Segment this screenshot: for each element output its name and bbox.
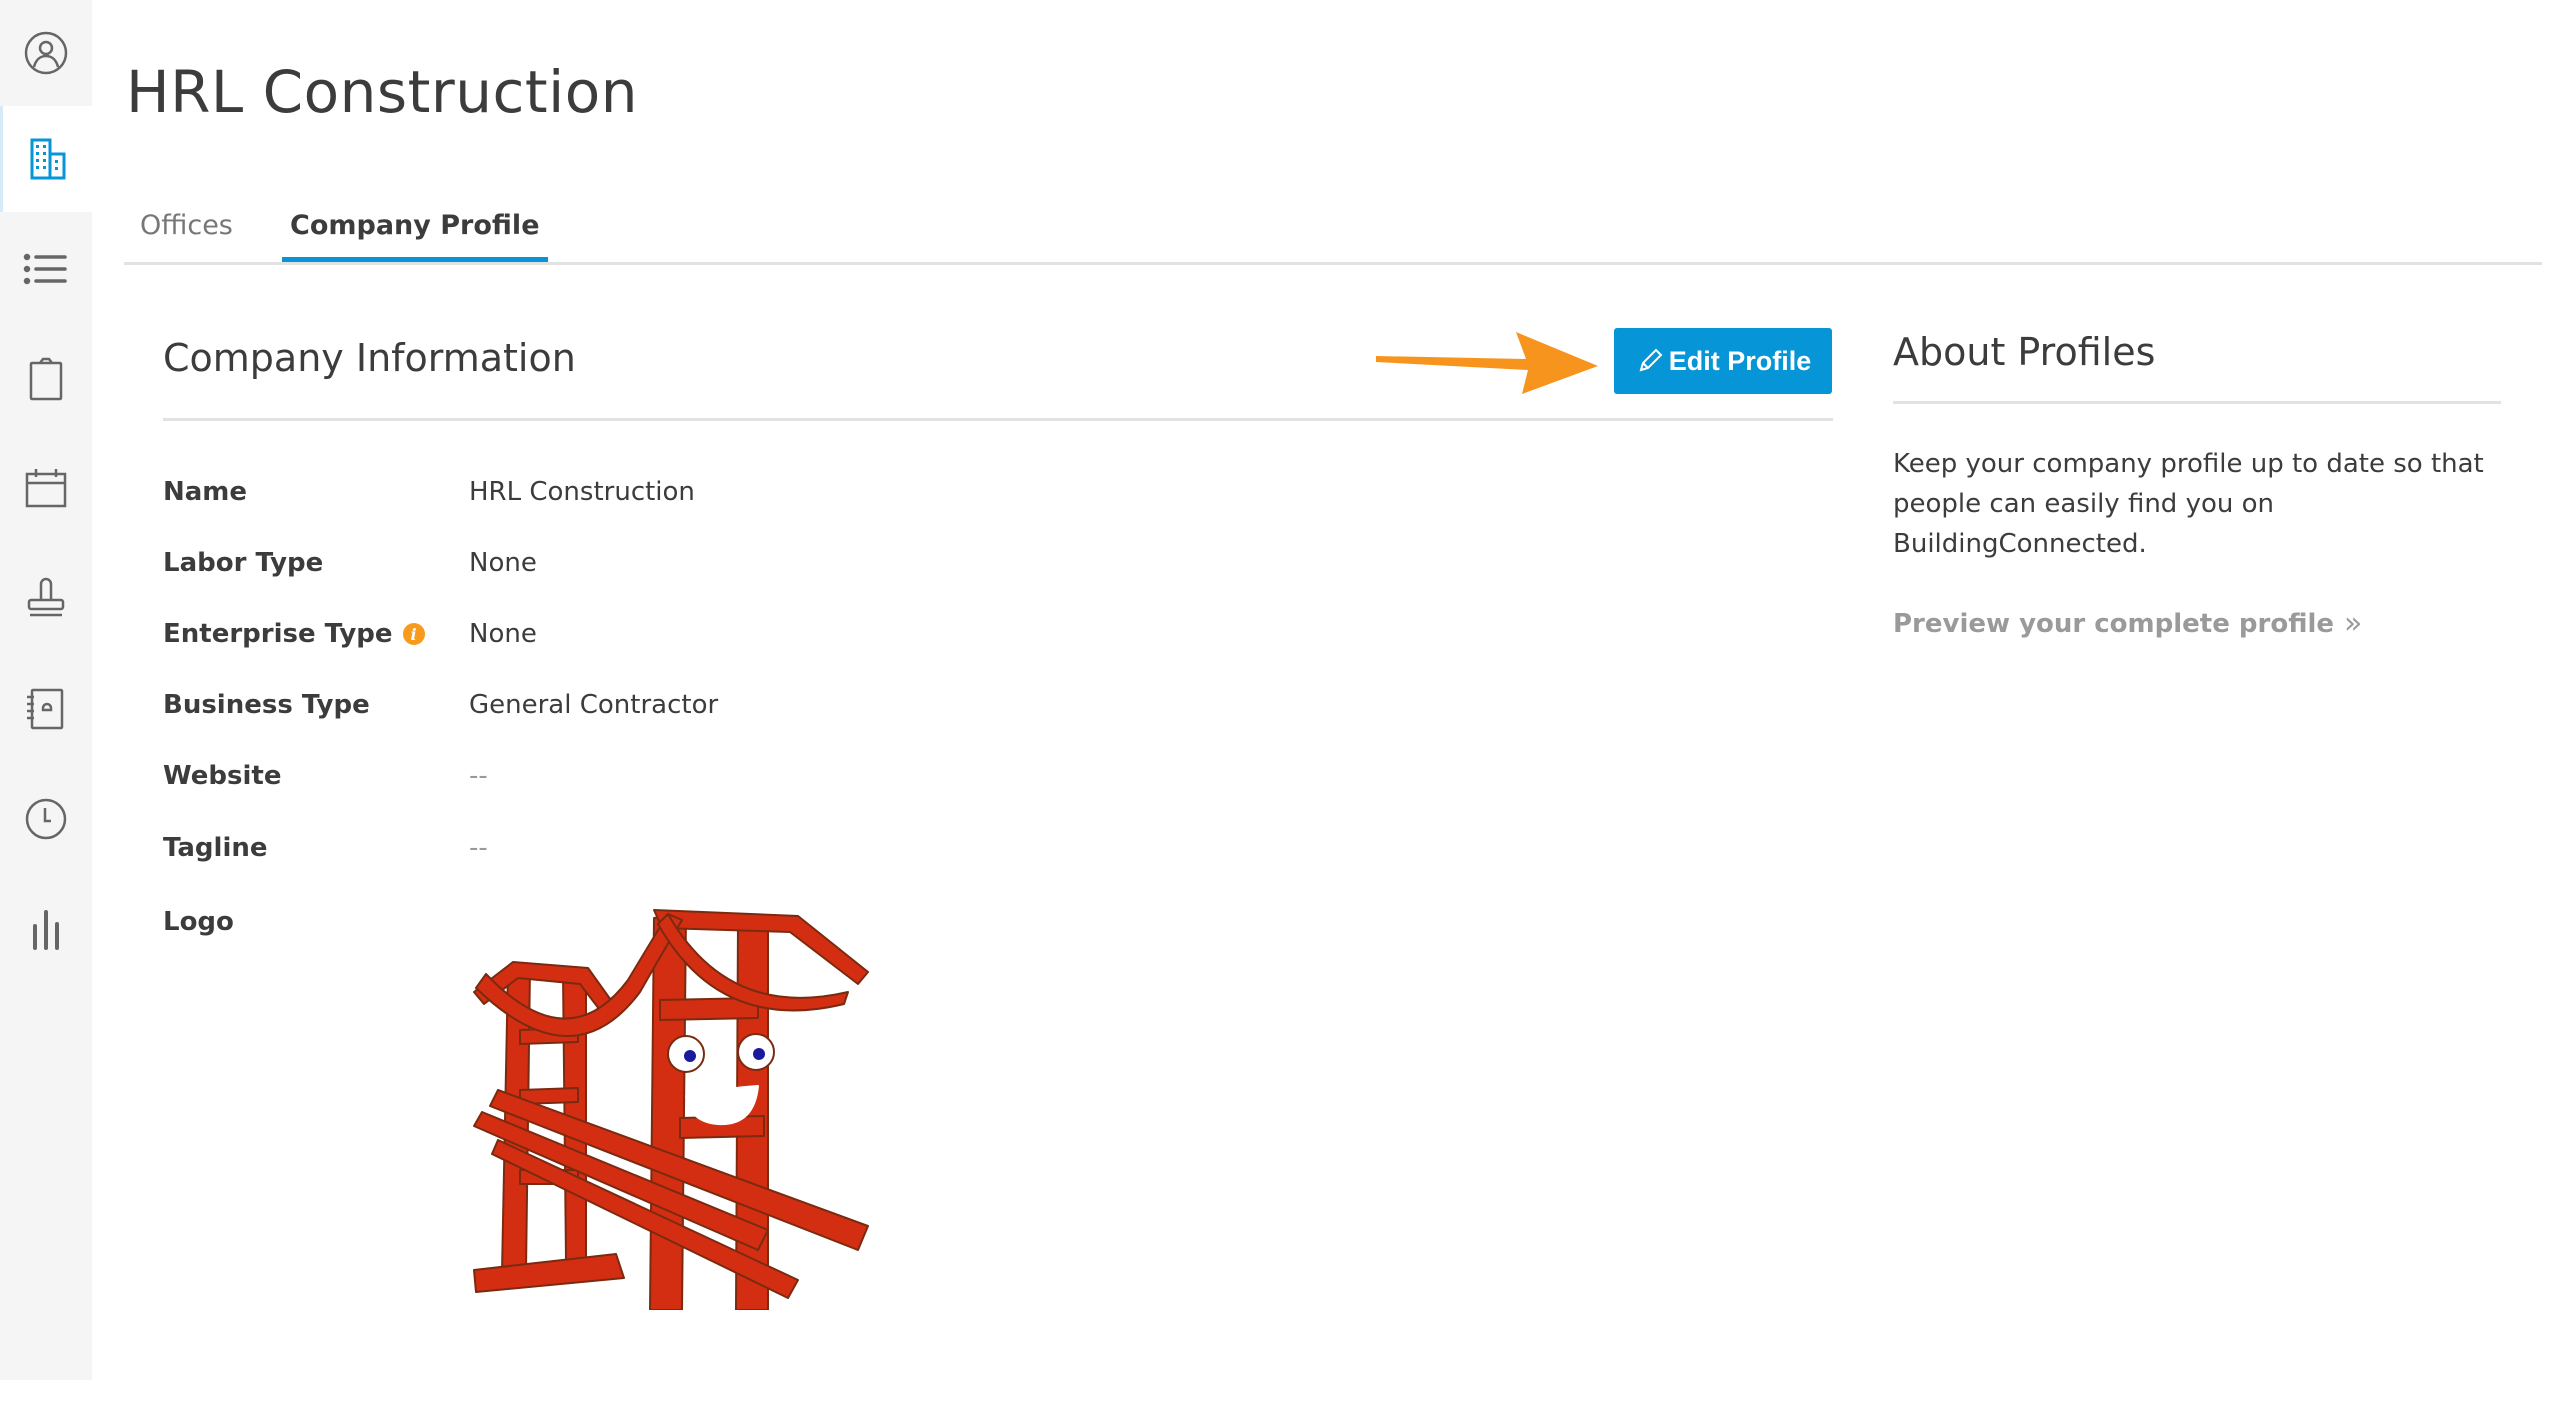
sidebar-item-contacts[interactable] <box>0 656 92 762</box>
field-label: Website <box>163 761 282 791</box>
field-value: -- <box>469 761 488 791</box>
sidebar-item-stamp[interactable] <box>0 546 92 652</box>
preview-profile-label: Preview your complete profile <box>1893 608 2335 639</box>
tab-offices[interactable]: Offices <box>132 210 241 259</box>
clock-icon <box>25 798 67 840</box>
field-row-labor-type: Labor Type None <box>163 543 537 583</box>
field-label-text: Enterprise Type <box>163 619 393 649</box>
address-book-icon <box>27 688 64 730</box>
sidebar-item-company[interactable] <box>0 106 92 212</box>
list-icon <box>23 253 67 285</box>
company-logo <box>473 909 869 1310</box>
bar-chart-icon <box>33 910 59 950</box>
field-label: Tagline <box>163 833 268 863</box>
double-chevron-right-icon: » <box>2344 606 2363 641</box>
field-row-name: Name HRL Construction <box>163 472 695 512</box>
edit-profile-button[interactable]: Edit Profile <box>1614 328 1832 394</box>
clipboard-icon <box>29 357 63 401</box>
field-label: Name <box>163 477 248 507</box>
sidebar-item-list[interactable] <box>0 216 92 322</box>
about-profiles-heading: About Profiles <box>1893 330 2156 374</box>
tab-company-profile[interactable]: Company Profile <box>282 210 548 262</box>
field-row-enterprise-type: Enterprise Type i None <box>163 614 537 654</box>
field-label: Logo <box>163 907 234 937</box>
annotation-arrow-icon <box>1376 332 1598 394</box>
company-information-heading: Company Information <box>163 336 576 380</box>
sidebar-item-clipboard[interactable] <box>0 326 92 432</box>
field-label: Business Type <box>163 690 370 720</box>
field-row-tagline: Tagline -- <box>163 828 488 868</box>
sidebar-item-analytics[interactable] <box>0 876 92 982</box>
field-value: HRL Construction <box>469 477 695 507</box>
pencil-icon <box>1639 348 1663 372</box>
field-row-logo: Logo <box>163 902 469 942</box>
preview-profile-link[interactable]: Preview your complete profile » <box>1893 606 2362 641</box>
tab-bar: Offices Company Profile <box>124 200 2542 265</box>
edit-profile-label: Edit Profile <box>1668 345 1812 376</box>
sidebar-item-calendar[interactable] <box>0 436 92 542</box>
buildings-icon <box>30 138 65 180</box>
section-divider <box>163 418 1833 421</box>
user-circle-icon <box>24 31 68 75</box>
about-profiles-description: Keep your company profile up to date so … <box>1893 449 2484 559</box>
field-row-business-type: Business Type General Contractor <box>163 685 718 725</box>
about-divider <box>1893 401 2501 404</box>
sidebar-item-profile[interactable] <box>0 0 92 106</box>
field-value: None <box>469 548 537 578</box>
field-value: General Contractor <box>469 690 719 720</box>
info-icon[interactable]: i <box>402 623 425 645</box>
field-label: Labor Type <box>163 548 324 578</box>
field-value: -- <box>469 833 488 863</box>
page-title: HRL Construction <box>126 58 638 126</box>
calendar-icon <box>25 469 67 508</box>
stamp-icon <box>27 577 65 617</box>
field-label: Enterprise Type i <box>163 619 469 649</box>
field-value: None <box>469 619 537 649</box>
sidebar <box>0 0 92 1380</box>
sidebar-item-history[interactable] <box>0 766 92 872</box>
field-row-website: Website -- <box>163 756 488 796</box>
